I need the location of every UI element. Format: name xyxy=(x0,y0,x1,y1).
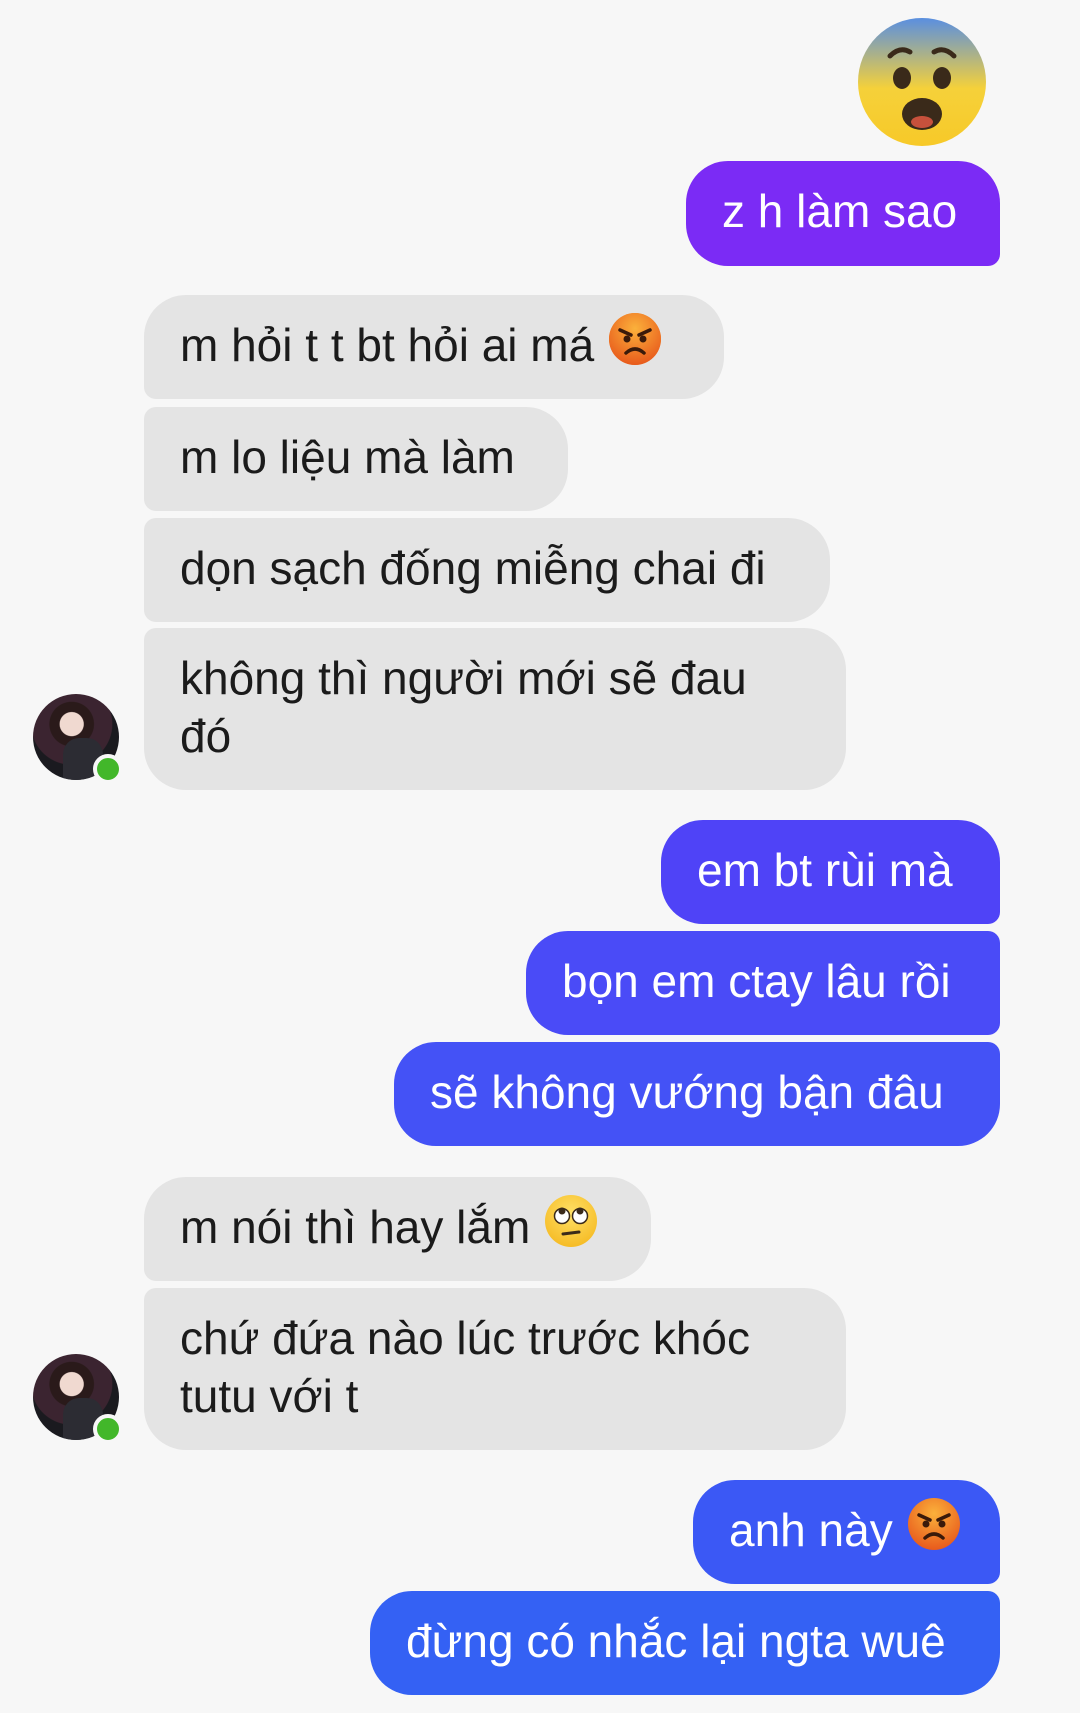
online-status-dot xyxy=(93,754,123,784)
received-message-bubble[interactable]: dọn sạch đống miễng chai đi xyxy=(144,518,830,622)
face-with-rolling-eyes-icon xyxy=(544,1194,598,1261)
message-text: chứ đứa nào lúc trước khóc tutu với t xyxy=(180,1312,751,1422)
pouting-face-icon xyxy=(608,312,662,379)
message-text: sẽ không vướng bận đâu xyxy=(430,1066,944,1118)
pouting-face-icon xyxy=(907,1497,961,1564)
message-text: đừng có nhắc lại ngta wuê xyxy=(406,1615,946,1667)
sent-message-bubble[interactable]: đừng có nhắc lại ngta wuê xyxy=(370,1591,1000,1695)
sent-message-bubble[interactable]: z h làm sao xyxy=(686,161,1000,266)
message-text: z h làm sao xyxy=(722,185,958,237)
message-text: bọn em ctay lâu rồi xyxy=(562,955,951,1007)
message-text: không thì người mới sẽ đau đó xyxy=(180,652,747,762)
contact-avatar[interactable] xyxy=(33,1354,123,1444)
received-message-bubble[interactable]: m lo liệu mà làm xyxy=(144,407,568,511)
message-text: m lo liệu mà làm xyxy=(180,431,515,483)
message-text: em bt rùi mà xyxy=(697,844,953,896)
received-message-bubble[interactable]: không thì người mới sẽ đau đó xyxy=(144,628,846,790)
sent-message-bubble[interactable]: em bt rùi mà xyxy=(661,820,1000,924)
anxious-face-emoji-icon xyxy=(856,16,988,148)
received-message-bubble[interactable]: chứ đứa nào lúc trước khóc tutu với t xyxy=(144,1288,846,1450)
message-text: m hỏi t t bt hỏi ai má xyxy=(180,319,595,371)
received-message-bubble[interactable]: m hỏi t t bt hỏi ai má xyxy=(144,295,724,399)
message-text: dọn sạch đống miễng chai đi xyxy=(180,542,766,594)
sent-message-bubble[interactable]: sẽ không vướng bận đâu xyxy=(394,1042,1000,1146)
sent-message-bubble[interactable]: anh này xyxy=(693,1480,1000,1584)
message-text: anh này xyxy=(729,1504,893,1556)
sent-message-bubble[interactable]: bọn em ctay lâu rồi xyxy=(526,931,1000,1035)
contact-avatar[interactable] xyxy=(33,694,123,784)
message-text: m nói thì hay lắm xyxy=(180,1201,531,1253)
received-message-bubble[interactable]: m nói thì hay lắm xyxy=(144,1177,651,1281)
online-status-dot xyxy=(93,1414,123,1444)
